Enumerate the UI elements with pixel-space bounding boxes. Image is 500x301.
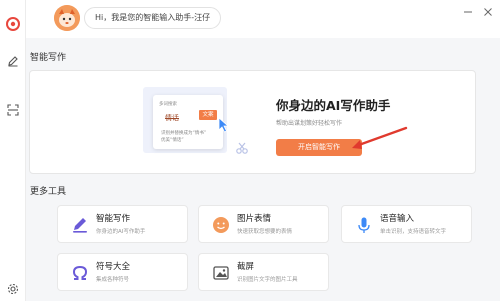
tool-desc: 快速获取您想要的表情	[237, 229, 293, 235]
illustration-hint-line-1: 识别并替换成为“情书”	[161, 131, 207, 136]
tool-desc: 集成各种符号	[96, 277, 130, 283]
illustration-strike-word: 情话	[165, 114, 179, 122]
tool-name: 截屏	[237, 262, 255, 272]
tool-name: 符号大全	[96, 262, 131, 272]
pen-icon	[70, 215, 90, 235]
section-title-smart-writing: 智能写作	[30, 53, 67, 63]
scan-icon[interactable]	[4, 101, 22, 119]
tool-card-smart-writing[interactable]: 智能写作 你身边的AI写作助手	[57, 205, 188, 243]
app-logo-icon[interactable]	[4, 15, 22, 33]
banner-subtitle: 帮助出谋划策好轻松写作	[276, 120, 343, 127]
emoji-icon	[211, 215, 231, 235]
tool-card-image-emoji[interactable]: 图片表情 快速获取您想要的表情	[198, 205, 329, 243]
cursor-arrow-icon	[218, 117, 230, 133]
tool-card-screenshot[interactable]: 截屏 识别图片文字的图片工具	[198, 253, 329, 291]
tool-desc: 你身边的AI写作助手	[96, 229, 146, 235]
illustration-card: 多词搜索 情话 识别并替换成为“情书” 优美“情话”	[153, 95, 223, 149]
edit-pen-icon[interactable]	[4, 52, 22, 70]
screenshot-icon	[211, 263, 231, 283]
writing-illustration: 多词搜索 情话 识别并替换成为“情书” 优美“情话” 文案	[125, 85, 255, 165]
banner-title: 你身边的AI写作助手	[276, 98, 391, 113]
close-icon[interactable]	[482, 6, 494, 18]
settings-gear-icon[interactable]	[4, 280, 22, 298]
omega-icon	[70, 263, 90, 283]
tool-desc: 识别图片文字的图片工具	[237, 277, 298, 283]
tool-card-symbols[interactable]: 符号大全 集成各种符号	[57, 253, 188, 291]
left-sidebar	[0, 0, 26, 301]
illustration-tag: 多词搜索	[159, 102, 177, 107]
assistant-avatar[interactable]	[54, 5, 80, 31]
tool-name: 语音输入	[380, 214, 415, 224]
tool-desc: 单击识别，支持语音转文字	[380, 229, 447, 235]
section-title-more-tools: 更多工具	[30, 187, 67, 197]
red-arrow-annotation	[352, 126, 408, 149]
microphone-icon	[354, 215, 374, 235]
ai-writing-banner[interactable]: 多词搜索 情话 识别并替换成为“情书” 优美“情话” 文案 你身边的AI写作助手…	[29, 70, 476, 174]
tool-card-voice-input[interactable]: 语音输入 单击识别，支持语音转文字	[341, 205, 472, 243]
tool-name: 智能写作	[96, 214, 131, 224]
illustration-chip: 文案	[199, 110, 217, 120]
assistant-greeting: Hi，我是您的智能输入助手-汪仔	[84, 7, 222, 29]
minimize-icon[interactable]	[462, 6, 474, 18]
scissors-icon	[236, 142, 248, 154]
illustration-hint-line-2: 优美“情话”	[161, 138, 184, 143]
top-bar: Hi，我是您的智能输入助手-汪仔	[26, 0, 500, 38]
tool-name: 图片表情	[237, 214, 272, 224]
